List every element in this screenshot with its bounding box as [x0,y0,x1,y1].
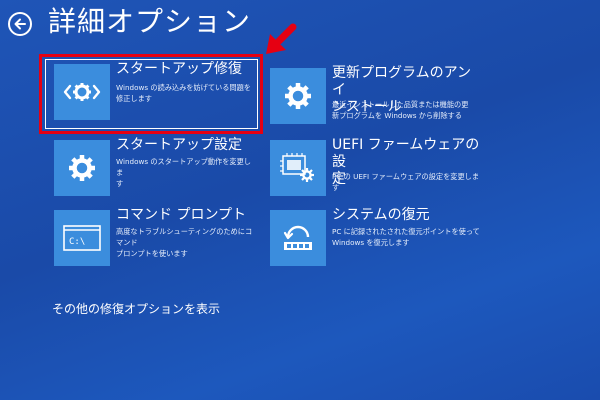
tile-title: コマンド プロンプト [116,207,247,223]
system-restore-icon [270,210,326,266]
system-restore-tile[interactable]: システムの復元 PC に記録されたされた復元ポイントを使って Windows を… [270,207,480,276]
svg-text:C:\: C:\ [69,237,85,247]
more-repair-options-link[interactable]: その他の修復オプションを表示 [52,300,220,317]
back-arrow-icon [14,18,26,30]
tile-description: 最近インストールした品質または機能の更 新プログラムを Windows から削除… [332,100,469,120]
command-prompt-icon: C:\ [54,210,110,266]
focus-border [45,59,258,129]
startup-settings-tile[interactable]: スタートアップ設定 Windows のスタートアップ動作を変更しま す [54,137,254,206]
tile-description: PC に記録されたされた復元ポイントを使って Windows を復元します [332,227,480,247]
tile-description: PC の UEFI ファームウェアの設定を変更します [332,172,480,192]
page-title: 詳細オプション [48,5,252,38]
uninstall-updates-tile[interactable]: 更新プログラムのアンイ ンストール 最近インストールした品質または機能の更 新プ… [270,65,480,134]
firmware-chip-icon [270,140,326,196]
command-prompt-tile[interactable]: C:\ コマンド プロンプト 高度なトラブルシューティングのためにコマンド プロ… [54,207,254,276]
tile-title: スタートアップ設定 [116,137,242,153]
tile-description: Windows のスタートアップ動作を変更しま す [116,157,251,188]
pointer-arrow-icon [266,23,297,54]
tile-title: システムの復元 [332,207,430,223]
back-button[interactable] [8,12,32,36]
gear-icon [54,140,110,196]
gear-icon [270,68,326,124]
uefi-firmware-settings-tile[interactable]: UEFI ファームウェアの設 定 PC の UEFI ファームウェアの設定を変更… [270,137,480,206]
tile-description: 高度なトラブルシューティングのためにコマンド プロンプトを使います [116,227,253,258]
